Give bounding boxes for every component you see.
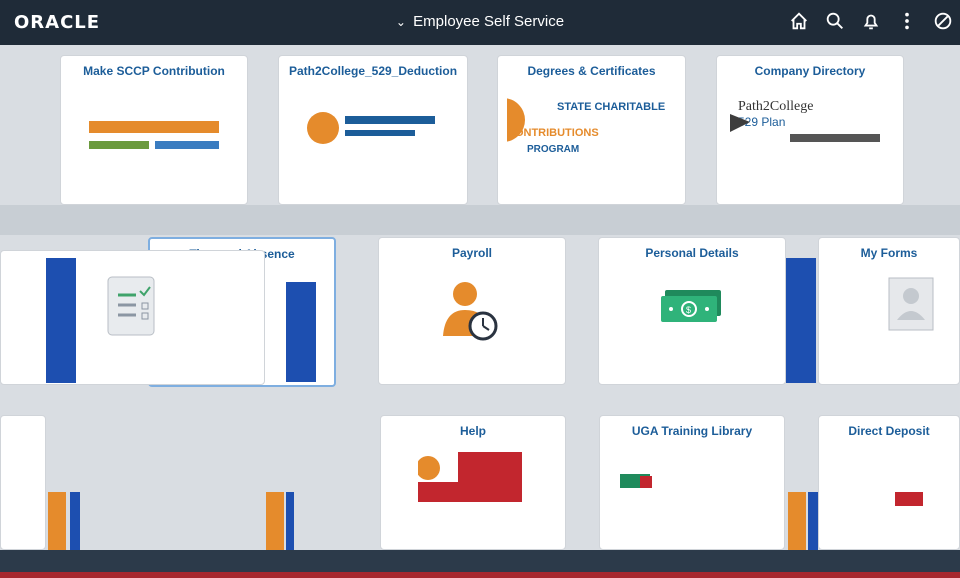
- more-icon[interactable]: [896, 10, 918, 32]
- tile-personal-details[interactable]: Personal Details $: [598, 237, 786, 385]
- tile-title: Direct Deposit: [848, 424, 930, 438]
- tile-company-directory[interactable]: Company Directory Path2College 529 Plan: [716, 55, 904, 205]
- accent-stripe: [786, 258, 816, 383]
- deposit-graphic: [891, 484, 931, 519]
- training-graphic: [620, 472, 660, 497]
- tile-title: Payroll: [451, 246, 493, 260]
- bottom-accent-line: [0, 572, 960, 578]
- top-banner: ORACLE ⌄ Employee Self Service: [0, 0, 960, 45]
- accent-stripe: [286, 282, 316, 382]
- svg-text:$: $: [686, 305, 691, 315]
- chevron-down-icon: ⌄: [395, 15, 406, 29]
- contributions-text: CONTRIBUTIONS: [507, 127, 599, 139]
- tile-path2college-529-deduction[interactable]: Path2College_529_Deduction: [278, 55, 468, 205]
- home-icon[interactable]: [788, 10, 810, 32]
- tile-direct-deposit[interactable]: Direct Deposit: [818, 415, 960, 550]
- bell-icon[interactable]: [860, 10, 882, 32]
- accent-stripe: [70, 492, 80, 550]
- tile-uga-training-library[interactable]: UGA Training Library: [599, 415, 785, 550]
- tile-title: My Forms: [860, 246, 918, 260]
- time-and-absence-art-panel: [0, 250, 265, 385]
- sccp-logo: [79, 101, 229, 196]
- tile-title: Help: [459, 424, 486, 438]
- person-clock-icon: [437, 276, 507, 351]
- tile-title: Company Directory: [754, 64, 866, 78]
- accent-stripe: [808, 492, 818, 550]
- accent-stripe: [286, 492, 294, 550]
- tile-title: Path2College_529_Deduction: [288, 64, 458, 78]
- tile-my-forms[interactable]: My Forms: [818, 237, 960, 385]
- homepage-title: Employee Self Service: [413, 13, 565, 30]
- directory-graphic: Path2College 529 Plan: [730, 94, 890, 169]
- tile-title: Degrees & Certificates: [527, 64, 656, 78]
- tile-payroll[interactable]: Payroll: [378, 237, 566, 385]
- checklist-icon: [98, 271, 168, 346]
- program-text: PROGRAM: [527, 144, 579, 155]
- help-graphic: [416, 452, 528, 517]
- money-icon: $: [657, 286, 727, 331]
- state-charitable-text: STATE CHARITABLE: [557, 101, 665, 113]
- tile-make-sccp-contribution[interactable]: Make SCCP Contribution: [60, 55, 248, 205]
- accent-stripe: [788, 492, 806, 550]
- row-separator-band: [0, 205, 960, 235]
- path2college-text: Path2College: [738, 99, 813, 114]
- header-actions: [788, 10, 954, 32]
- accent-stripe: [266, 492, 284, 550]
- path2college-logo: [293, 98, 453, 193]
- accent-stripe: [48, 492, 66, 550]
- no-entry-icon[interactable]: [932, 10, 954, 32]
- search-icon[interactable]: [824, 10, 846, 32]
- tile-degrees-certificates[interactable]: Degrees & Certificates STATE CHARITABLE …: [480, 55, 686, 205]
- form-person-icon: [887, 276, 935, 337]
- tile-partial-left[interactable]: [0, 415, 46, 550]
- tile-help[interactable]: Help: [380, 415, 566, 550]
- tile-title: UGA Training Library: [631, 424, 753, 438]
- accent-stripe: [46, 258, 76, 383]
- tile-title: Personal Details: [645, 246, 739, 260]
- diploma-graphic: STATE CHARITABLE CONTRIBUTIONS PROGRAM: [480, 96, 677, 171]
- tile-title: Make SCCP Contribution: [83, 64, 225, 78]
